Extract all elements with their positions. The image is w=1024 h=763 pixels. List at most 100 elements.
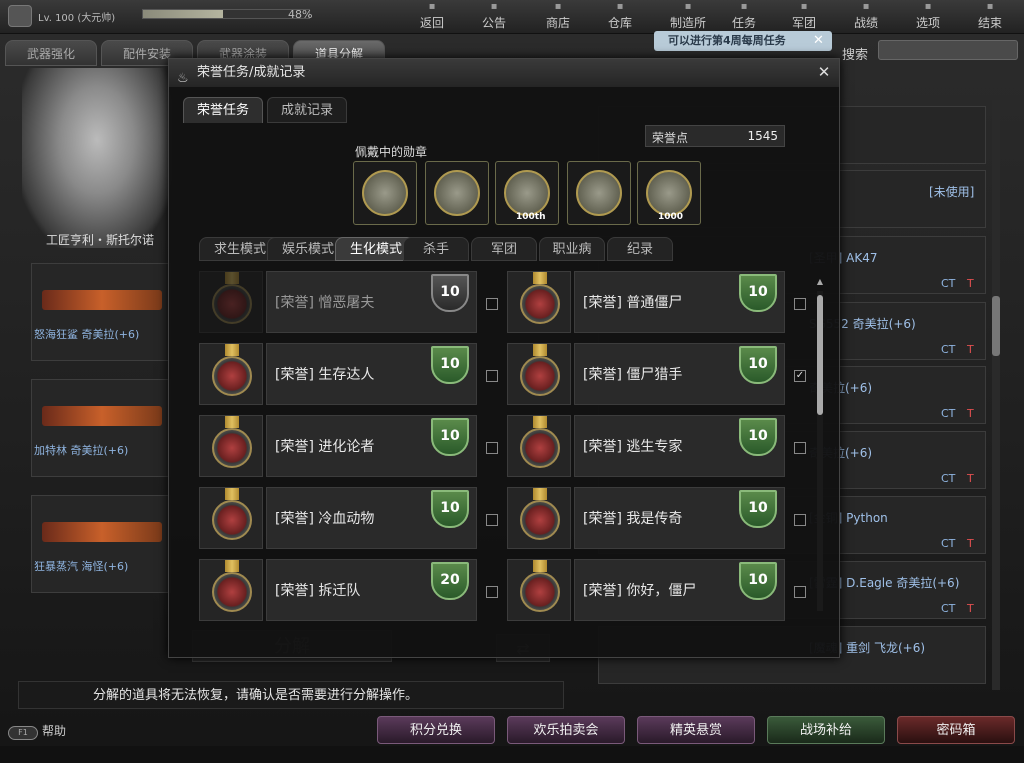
scroll-thumb[interactable] xyxy=(817,295,823,415)
record-icon: ▪ xyxy=(862,1,870,12)
tab-achievement-record[interactable]: 成就记录 xyxy=(267,97,347,123)
nav-notice[interactable]: ▪ 公告 xyxy=(466,0,522,34)
medal-zombie-face-icon[interactable] xyxy=(567,161,631,225)
unused-label: [未使用] xyxy=(929,185,975,199)
level-shield-icon: 10 xyxy=(739,562,777,600)
inventory-scrollbar[interactable] xyxy=(992,100,1000,690)
weapon-card[interactable]: 狂暴蒸汽 海怪(+6) xyxy=(31,495,171,593)
level-shield-icon: 10 xyxy=(739,346,777,384)
subtab-6[interactable]: 纪录 xyxy=(607,237,673,261)
level-shield-icon: 10 xyxy=(431,418,469,456)
close-icon[interactable]: ✕ xyxy=(815,63,833,81)
achievement-item[interactable]: [荣誉] 我是传奇 10 xyxy=(507,487,806,549)
npc-name: 工匠亨利・斯托尔诺 xyxy=(46,233,155,247)
achievement-item[interactable]: [荣誉] 你好，僵尸 10 xyxy=(507,559,806,621)
dialog-titlebar: ♨ 荣誉任务/成就记录 ✕ xyxy=(169,59,839,87)
achievement-checkbox[interactable] xyxy=(486,442,498,454)
help-label: 帮助 xyxy=(42,724,67,738)
achievement-item[interactable]: [荣誉] 进化论者 10 xyxy=(199,415,498,477)
nav-shop[interactable]: ▪ 商店 xyxy=(530,0,586,34)
scroll-up-icon[interactable]: ▲ xyxy=(815,277,825,287)
t-tag: T xyxy=(967,472,974,485)
notice-icon: ▪ xyxy=(490,1,498,12)
achievement-medal-icon xyxy=(507,487,571,549)
subtab-3[interactable]: 杀手 xyxy=(403,237,469,261)
nav-options[interactable]: ▪ 选项 xyxy=(900,0,956,34)
achievement-item[interactable]: [荣誉] 冷血动物 10 xyxy=(199,487,498,549)
achievement-body: [荣誉] 拆迁队 20 xyxy=(266,559,498,621)
weapon-card[interactable]: 加特林 奇美拉(+6) xyxy=(31,379,171,477)
medal-no-zombie-icon[interactable] xyxy=(353,161,417,225)
warehouse-icon: ▪ xyxy=(616,1,624,12)
back-icon: ▪ xyxy=(428,1,436,12)
subtab-5[interactable]: 职业病 xyxy=(539,237,605,261)
search-input[interactable] xyxy=(878,40,1018,60)
achievement-checkbox[interactable] xyxy=(486,370,498,382)
medal-face xyxy=(212,428,252,468)
achievement-checkbox[interactable] xyxy=(794,298,806,310)
nav-label: 选项 xyxy=(915,16,940,30)
elite-bounty-button[interactable]: 精英悬赏 xyxy=(637,716,755,744)
achievement-item[interactable]: [荣誉] 憎恶屠夫 10 xyxy=(199,271,498,333)
nav-mission[interactable]: ▪ 任务 xyxy=(716,0,772,34)
medal-face xyxy=(520,572,560,612)
achievement-item[interactable]: [荣誉] 拆迁队 20 xyxy=(199,559,498,621)
achievement-body: [荣誉] 僵尸猎手 10 ✓ xyxy=(574,343,806,405)
level-shield-icon: 10 xyxy=(431,274,469,312)
nav-back[interactable]: ▪ 返回 xyxy=(404,0,460,34)
code-box-button[interactable]: 密码箱 xyxy=(897,716,1015,744)
tab-weapon-upgrade[interactable]: 武器强化 xyxy=(5,40,97,66)
weekly-mission-notice[interactable]: 可以进行第4周每周任务 xyxy=(654,31,832,51)
achievement-item[interactable]: [荣誉] 僵尸猎手 10 ✓ xyxy=(507,343,806,405)
exp-bar-fill xyxy=(143,10,223,18)
nav-factory[interactable]: ▪ 制造所 xyxy=(660,0,716,34)
top-bar: Lv. 100 (大元帅) 48% ▪ 返回 ▪ 公告 ▪ 商店 ▪ 仓库 ▪ 制造所 ▪ 任务 ▪ 军团… xyxy=(0,0,1024,34)
nav-warehouse[interactable]: ▪ 仓库 xyxy=(592,0,648,34)
medal-100th-icon[interactable]: 100th xyxy=(495,161,559,225)
achievement-checkbox[interactable] xyxy=(486,298,498,310)
medal-1000-icon[interactable]: 1000 xyxy=(637,161,701,225)
scroll-thumb[interactable] xyxy=(992,296,1000,356)
nav-clan[interactable]: ▪ 军团 xyxy=(776,0,832,34)
achievement-checkbox[interactable] xyxy=(486,514,498,526)
battle-supply-button[interactable]: 战场补给 xyxy=(767,716,885,744)
help-button[interactable]: F1 帮助 xyxy=(8,722,66,740)
medal-ribbon xyxy=(533,416,547,428)
achievement-name: [荣誉] 普通僵尸 xyxy=(583,295,683,311)
auction-button[interactable]: 欢乐拍卖会 xyxy=(507,716,625,744)
medal-guns-gold-icon[interactable] xyxy=(425,161,489,225)
nav-record[interactable]: ▪ 战绩 xyxy=(838,0,894,34)
nav-exit[interactable]: ▪ 结束 xyxy=(962,0,1018,34)
medal-ribbon xyxy=(225,272,239,284)
level-shield-icon: 10 xyxy=(431,346,469,384)
achievement-medal-icon xyxy=(199,559,263,621)
achievement-medal-icon xyxy=(199,271,263,333)
points-exchange-button[interactable]: 积分兑换 xyxy=(377,716,495,744)
achievement-checkbox[interactable] xyxy=(794,442,806,454)
achievement-checkbox[interactable] xyxy=(794,586,806,598)
achievement-item[interactable]: [荣誉] 生存达人 10 xyxy=(199,343,498,405)
weapon-card[interactable]: 怒海狂鲨 奇美拉(+6) xyxy=(31,263,171,361)
nav-label: 公告 xyxy=(481,16,506,30)
tab-honor-mission[interactable]: 荣誉任务 xyxy=(183,97,263,123)
achievement-checkbox[interactable] xyxy=(794,514,806,526)
achievement-scrollbar[interactable]: ▲ xyxy=(815,277,825,629)
honor-points-value: 1545 xyxy=(747,129,778,143)
subtab-4[interactable]: 军团 xyxy=(471,237,537,261)
exit-icon: ▪ xyxy=(986,1,994,12)
exp-percent: 48% xyxy=(288,8,313,21)
achievement-body: [荣誉] 憎恶屠夫 10 xyxy=(266,271,498,333)
achievement-checkbox[interactable] xyxy=(486,586,498,598)
weapon-name: 怒海狂鲨 奇美拉(+6) xyxy=(34,328,140,341)
close-notice-icon[interactable]: ✕ xyxy=(813,33,824,48)
medal-face xyxy=(434,170,480,216)
achievement-item[interactable]: [荣誉] 逃生专家 10 xyxy=(507,415,806,477)
nav-label: 返回 xyxy=(419,16,444,30)
medal-ribbon xyxy=(533,488,547,500)
medal-tag: 1000 xyxy=(658,212,684,222)
medal-face xyxy=(520,428,560,468)
medal-face xyxy=(362,170,408,216)
achievement-item[interactable]: [荣誉] 普通僵尸 10 xyxy=(507,271,806,333)
achievement-checkbox[interactable]: ✓ xyxy=(794,370,806,382)
weapon-image xyxy=(42,290,162,310)
